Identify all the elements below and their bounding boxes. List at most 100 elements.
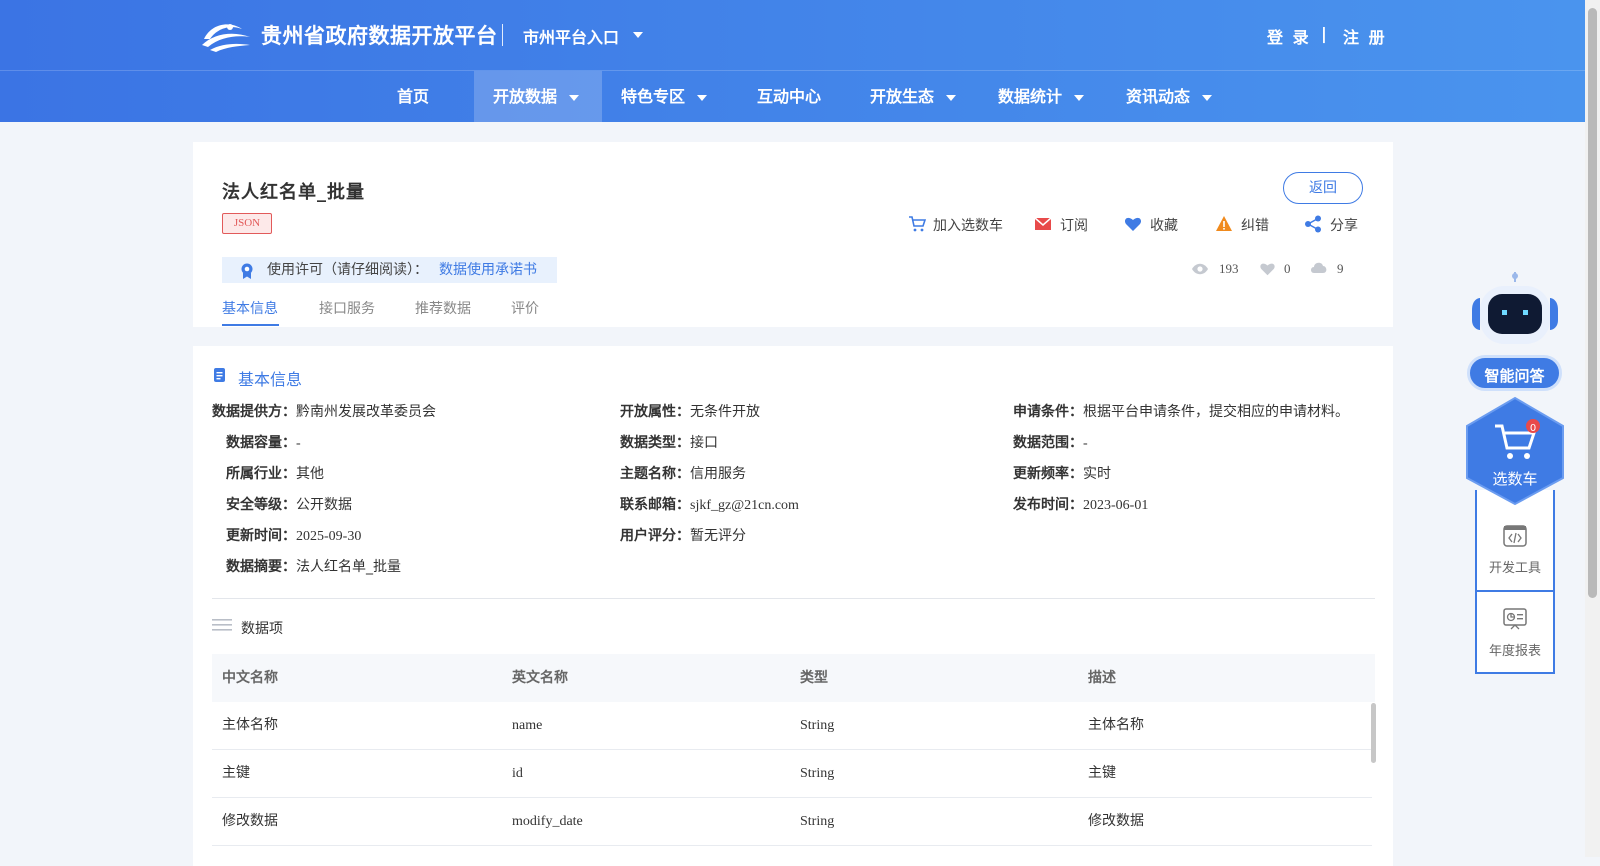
field-value: 接口 (690, 435, 718, 451)
field-value: sjkf_gz@21cn.com (690, 498, 799, 513)
table-cell: modify_date (512, 814, 583, 829)
site-title[interactable]: 贵州省政府数据开放平台 (261, 20, 498, 50)
nav-ecosystem[interactable]: 开放生态 (870, 71, 957, 122)
main-nav: 首页 开放数据 特色专区 互动中心 开放生态 数据统计 资讯动态 (0, 71, 1585, 122)
field-capacity: 数据容量：- (226, 432, 301, 452)
cloud-download-icon (1311, 262, 1327, 273)
chevron-down-icon (946, 94, 957, 101)
field-key: 数据提供方： (212, 404, 296, 420)
chevron-down-icon (569, 94, 580, 101)
field-value: - (296, 436, 301, 451)
dev-tools-button[interactable]: 开发工具 (1477, 557, 1553, 576)
field-topic: 主题名称：信用服务 (620, 463, 746, 483)
table-row: 主键 id String 主键 (212, 750, 1372, 798)
divider (212, 598, 1375, 599)
city-portal-dropdown[interactable]: 市州平台入口 (523, 24, 643, 48)
column-header: 中文名称 (222, 670, 278, 686)
field-industry: 所属行业：其他 (226, 463, 324, 483)
tab-basic-info[interactable]: 基本信息 (222, 298, 278, 318)
data-cart-widget[interactable] (1465, 396, 1565, 506)
field-value: 其他 (296, 466, 324, 482)
robot-assistant-icon[interactable] (1470, 272, 1560, 352)
table-cell: 修改数据 (1088, 813, 1144, 829)
badge-icon (241, 263, 253, 279)
field-published: 发布时间：2023-06-01 (1013, 494, 1148, 514)
field-key: 所属行业： (226, 466, 296, 482)
table-row: 主体名称 name String 主体名称 (212, 702, 1372, 750)
nav-label: 互动中心 (757, 87, 822, 106)
action-label: 纠错 (1241, 218, 1269, 234)
smart-qa-button[interactable]: 智能问答 (1467, 355, 1562, 391)
cart-icon (909, 216, 926, 232)
field-scope: 数据范围：- (1013, 432, 1088, 452)
action-label: 加入选数车 (933, 218, 1003, 234)
site-logo-icon[interactable] (200, 17, 252, 53)
field-key: 发布时间： (1013, 497, 1083, 513)
table-header: 中文名称 英文名称 类型 描述 (212, 654, 1375, 702)
field-value: 黔南州发展改革委员会 (296, 404, 436, 420)
likes-count: 0 (1284, 261, 1291, 276)
field-key: 数据摘要： (226, 559, 296, 575)
field-key: 数据容量： (226, 435, 296, 451)
section-title: 基本信息 (238, 370, 303, 389)
field-key: 更新时间： (226, 528, 296, 544)
tab-recommended[interactable]: 推荐数据 (415, 298, 471, 318)
downloads-count: 9 (1337, 261, 1344, 276)
column-header: 英文名称 (512, 670, 568, 686)
dataset-title: 法人红名单_批量 (222, 182, 365, 203)
field-value: 2023-06-01 (1083, 498, 1149, 513)
cart-label: 选数车 (1492, 470, 1538, 488)
field-value: 无条件开放 (690, 404, 760, 420)
share-icon (1305, 215, 1321, 233)
table-cell: String (800, 814, 835, 829)
city-portal-label: 市州平台入口 (523, 28, 620, 47)
license-link[interactable]: 数据使用承诺书 (439, 257, 537, 283)
eye-icon (1192, 263, 1208, 275)
tab-reviews[interactable]: 评价 (511, 298, 539, 318)
data-items-title: 数据项 (241, 621, 283, 637)
field-open-attr: 开放属性：无条件开放 (620, 401, 760, 421)
nav-label: 数据统计 (998, 87, 1063, 106)
table-cell: id (512, 766, 523, 781)
column-header: 类型 (800, 670, 828, 686)
table-cell: 主键 (222, 765, 250, 781)
license-bar: 使用许可（请仔细阅读）： 数据使用承诺书 (222, 257, 557, 283)
nav-label: 首页 (397, 87, 430, 106)
field-key: 用户评分： (620, 528, 690, 544)
field-value: 信用服务 (690, 466, 746, 482)
back-button[interactable]: 返回 (1283, 172, 1363, 204)
tab-api-service[interactable]: 接口服务 (319, 298, 375, 318)
annual-report-button[interactable]: 年度报表 (1477, 640, 1553, 659)
table-row: 修改数据 modify_date String 修改数据 (212, 798, 1372, 846)
nav-statistics[interactable]: 数据统计 (998, 71, 1085, 122)
table-cell: 修改数据 (222, 813, 278, 829)
nav-featured[interactable]: 特色专区 (621, 71, 708, 122)
register-link[interactable]: 注 册 (1343, 24, 1387, 48)
report-icon (1503, 608, 1527, 630)
login-link[interactable]: 登 录 (1267, 24, 1311, 48)
table-scrollbar[interactable] (1371, 703, 1376, 763)
nav-interaction[interactable]: 互动中心 (757, 71, 821, 122)
table-cell: 主键 (1088, 765, 1116, 781)
action-label: 收藏 (1150, 218, 1178, 234)
scrollbar-thumb[interactable] (1588, 8, 1597, 598)
field-key: 开放属性： (620, 404, 690, 420)
heart-icon (1124, 217, 1142, 231)
field-value: 公开数据 (296, 497, 352, 513)
tool-separator (1475, 590, 1555, 592)
field-security: 安全等级：公开数据 (226, 494, 352, 514)
nav-label: 开放生态 (870, 87, 935, 106)
action-label: 分享 (1330, 218, 1358, 234)
nav-home[interactable]: 首页 (397, 71, 429, 122)
warning-icon (1216, 216, 1232, 231)
page-scrollbar[interactable] (1585, 0, 1600, 857)
chevron-down-icon (697, 94, 708, 101)
field-value: 法人红名单_批量 (296, 559, 401, 575)
nav-news[interactable]: 资讯动态 (1126, 71, 1213, 122)
field-data-type: 数据类型：接口 (620, 432, 718, 452)
site-header: 贵州省政府数据开放平台 市州平台入口 登 录 | 注 册 首页 开放数据 特色专… (0, 0, 1585, 122)
active-tab-indicator (222, 324, 279, 326)
nav-label: 特色专区 (621, 87, 686, 106)
field-summary: 数据摘要：法人红名单_批量 (226, 556, 401, 576)
nav-open-data[interactable]: 开放数据 (474, 71, 602, 122)
